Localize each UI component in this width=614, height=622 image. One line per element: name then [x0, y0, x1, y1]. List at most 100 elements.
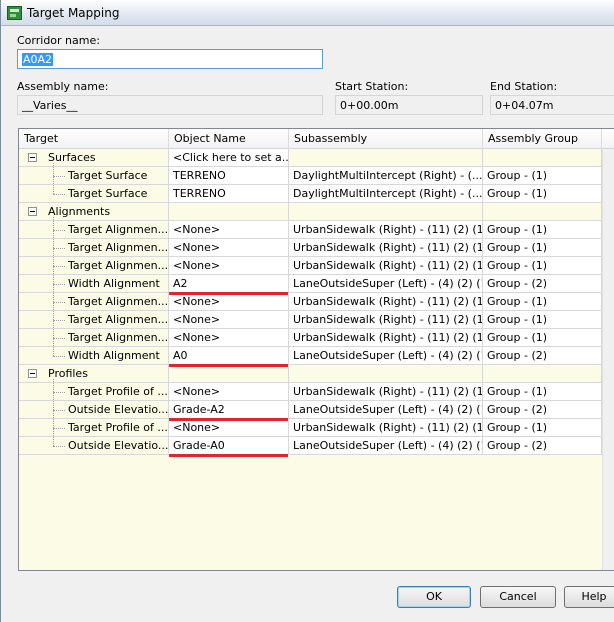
target-cell: Width Alignment [19, 347, 169, 365]
table-row[interactable]: Target Surface TERRENO DaylightMultiInterc… [19, 167, 602, 185]
end-station-label: End Station: [490, 80, 558, 93]
column-header-object-name[interactable]: Object Name [169, 129, 289, 149]
object-name-cell[interactable]: <None> [169, 419, 289, 437]
target-mapping-grid[interactable]: Target Object Name Subassembly Assembly … [18, 128, 614, 571]
tree-connector [53, 248, 65, 249]
subassembly-cell: LaneOutsideSuper (Left) - (4) (2) (1) [289, 347, 483, 365]
ok-button[interactable]: OK [397, 586, 471, 608]
assembly-group-cell: Group - (2) [483, 347, 602, 365]
object-name-cell[interactable]: Grade-A0 [169, 437, 289, 455]
title-bar[interactable]: Target Mapping [1, 0, 614, 26]
object-name-cell[interactable]: <None> [169, 383, 289, 401]
table-row[interactable]: Width Alignment A0 LaneOutsideSuper (Left)… [19, 347, 602, 365]
subassembly-cell: UrbanSidewalk (Right) - (11) (2) (1) [289, 311, 483, 329]
table-row[interactable]: Outside Elevatio... Grade-A2 LaneOutsideSu… [19, 401, 602, 419]
target-cell: Target Alignmen... [19, 257, 169, 275]
column-header-target[interactable]: Target [19, 129, 169, 149]
assembly-group-cell [483, 203, 602, 221]
grid-body: Surfaces <Click here to set a... Target Su… [19, 149, 602, 570]
table-row[interactable]: Target Alignmen... <None> UrbanSidewalk (R… [19, 221, 602, 239]
assembly-group-cell [483, 149, 602, 167]
subassembly-cell: UrbanSidewalk (Right) - (11) (2) (1) [289, 383, 483, 401]
tree-connector [53, 356, 65, 357]
object-name-cell[interactable]: <None> [169, 293, 289, 311]
assembly-group-cell: Group - (1) [483, 383, 602, 401]
assembly-group-cell: Group - (1) [483, 239, 602, 257]
app-icon [7, 6, 22, 20]
object-name-cell[interactable]: <None> [169, 257, 289, 275]
subassembly-cell: UrbanSidewalk (Right) - (11) (2) (1) [289, 293, 483, 311]
target-mapping-dialog: Target Mapping Corridor name: A0A2 Assem… [0, 0, 614, 622]
assembly-name-label: Assembly name: [17, 80, 109, 93]
tree-connector [53, 194, 65, 195]
table-row[interactable]: Target Alignmen... <None> UrbanSidewalk (R… [19, 329, 602, 347]
table-row[interactable]: Target Alignmen... <None> UrbanSidewalk (R… [19, 239, 602, 257]
target-cell: Profiles [19, 365, 169, 383]
tree-connector [53, 392, 65, 393]
target-cell: Target Profile of ... [19, 383, 169, 401]
target-cell: Surfaces [19, 149, 169, 167]
target-cell: Width Alignment [19, 275, 169, 293]
subassembly-cell: UrbanSidewalk (Right) - (11) (2) (1) [289, 419, 483, 437]
tree-connector [53, 266, 65, 267]
object-name-cell[interactable]: A0 [169, 347, 289, 365]
window-title: Target Mapping [27, 6, 120, 20]
red-highlight-underline [169, 292, 288, 295]
target-cell: Target Surface [19, 167, 169, 185]
object-name-cell[interactable]: TERRENO [169, 185, 289, 203]
tree-connector [53, 379, 54, 446]
column-header-assembly-group[interactable]: Assembly Group [483, 129, 602, 149]
object-name-cell[interactable]: <None> [169, 311, 289, 329]
object-name-cell[interactable]: <None> [169, 329, 289, 347]
assembly-group-cell: Group - (2) [483, 275, 602, 293]
tree-connector [53, 338, 65, 339]
assembly-group-cell: Group - (1) [483, 221, 602, 239]
tree-connector [53, 176, 65, 177]
red-highlight-underline [169, 418, 288, 421]
end-station-field: 0+04.07m [490, 95, 614, 115]
start-station-label: Start Station: [335, 80, 409, 93]
object-name-cell[interactable]: <None> [169, 239, 289, 257]
subassembly-cell: UrbanSidewalk (Right) - (11) (2) (1) [289, 221, 483, 239]
tree-connector [53, 410, 65, 411]
tree-connector [53, 284, 65, 285]
object-name-cell[interactable]: A2 [169, 275, 289, 293]
table-row[interactable]: Target Alignmen... <None> UrbanSidewalk (R… [19, 311, 602, 329]
assembly-group-cell: Group - (1) [483, 185, 602, 203]
object-name-cell[interactable]: <None> [169, 221, 289, 239]
group-row[interactable]: Surfaces <Click here to set a... [19, 149, 602, 167]
table-row[interactable]: Target Surface TERRENO DaylightMultiInterc… [19, 185, 602, 203]
subassembly-cell: LaneOutsideSuper (Left) - (4) (2) (1) [289, 275, 483, 293]
table-row[interactable]: Outside Elevatio... Grade-A0 LaneOutsideSu… [19, 437, 602, 455]
start-station-field: 0+00.00m [335, 95, 483, 115]
table-row[interactable]: Target Profile of ... <None> UrbanSidewalk… [19, 419, 602, 437]
assembly-group-cell: Group - (1) [483, 167, 602, 185]
object-name-cell[interactable]: Grade-A2 [169, 401, 289, 419]
group-row[interactable]: Alignments [19, 203, 602, 221]
corridor-name-input[interactable]: A0A2 [17, 49, 323, 69]
target-cell: Target Surface [19, 185, 169, 203]
cancel-button[interactable]: Cancel [480, 586, 556, 608]
help-button[interactable]: Help [564, 586, 614, 608]
table-row[interactable]: Target Profile of ... <None> UrbanSidewalk… [19, 383, 602, 401]
tree-connector [53, 428, 65, 429]
grid-header: Target Object Name Subassembly Assembly … [19, 129, 614, 149]
column-header-subassembly[interactable]: Subassembly [289, 129, 483, 149]
object-name-cell[interactable] [169, 203, 289, 221]
object-name-cell[interactable] [169, 365, 289, 383]
red-highlight-underline [169, 364, 288, 367]
target-cell: Outside Elevatio... [19, 437, 169, 455]
red-highlight-underline [169, 454, 288, 457]
tree-connector [53, 163, 54, 194]
table-row[interactable]: Target Alignmen... <None> UrbanSidewalk (R… [19, 257, 602, 275]
object-name-cell[interactable]: TERRENO [169, 167, 289, 185]
table-row[interactable]: Target Alignmen... <None> UrbanSidewalk (R… [19, 293, 602, 311]
target-cell: Target Alignmen... [19, 293, 169, 311]
grid-vertical-scrollbar[interactable] [602, 149, 614, 570]
subassembly-cell: LaneOutsideSuper (Left) - (4) (2) (1) [289, 401, 483, 419]
target-cell: Target Alignmen... [19, 239, 169, 257]
table-row[interactable]: Width Alignment A2 LaneOutsideSuper (Left)… [19, 275, 602, 293]
group-row[interactable]: Profiles [19, 365, 602, 383]
subassembly-cell: UrbanSidewalk (Right) - (11) (2) (1) [289, 257, 483, 275]
object-name-cell[interactable]: <Click here to set a... [169, 149, 289, 167]
